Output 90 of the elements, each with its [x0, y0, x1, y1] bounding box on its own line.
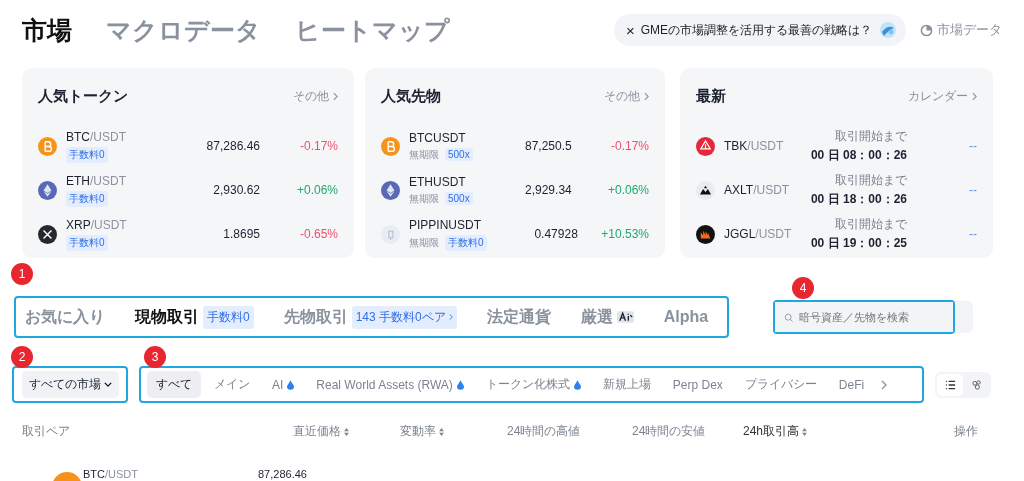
column-header[interactable]: 変動率: [400, 423, 507, 440]
chevron-right-icon: [644, 91, 649, 101]
trading-pair[interactable]: BTC/USDT: [66, 129, 160, 144]
annotation-marker: 3: [144, 346, 166, 368]
search-icon: [784, 313, 794, 323]
scroll-right-icon[interactable]: [881, 379, 888, 390]
list-view-button[interactable]: [937, 373, 963, 396]
fee-tag: 手数料0: [66, 234, 108, 251]
price-change: --: [968, 139, 977, 153]
price: 87,250.5: [524, 139, 572, 153]
annotation-marker: 2: [11, 346, 33, 368]
trading-pair[interactable]: TBK/USDT: [724, 139, 811, 153]
caret-icon: [103, 382, 112, 387]
category-chip[interactable]: Real World Assets (RWA): [307, 372, 473, 397]
market-data-link[interactable]: 市場データ: [920, 21, 1002, 39]
countdown: 00 日 08：00：26: [810, 147, 907, 164]
price-change: -0.17%: [609, 139, 649, 153]
ai-prompt-pill[interactable]: × GMEの市場調整を活用する最善の戦略は？: [614, 14, 906, 46]
category-chip[interactable]: DeFi: [829, 372, 874, 397]
column-header: 操作: [954, 423, 978, 440]
countdown-label: 取引開始まで: [835, 172, 907, 189]
fee-tag: 500x: [445, 148, 473, 161]
fee-tag: 500x: [445, 192, 473, 205]
more-link[interactable]: カレンダー: [908, 87, 977, 105]
category-chip[interactable]: 新規上場: [593, 371, 660, 398]
market-tab[interactable]: Alpha: [663, 308, 709, 326]
market-tab[interactable]: お気に入り: [25, 306, 105, 328]
price-change: --: [968, 227, 977, 241]
price-change: +0.06%: [606, 183, 649, 197]
category-chip[interactable]: トークン化株式: [476, 371, 590, 398]
chevron-right-icon: [333, 91, 338, 101]
more-link[interactable]: その他: [293, 87, 338, 105]
price: 1.8695: [222, 227, 260, 241]
category-chip[interactable]: AI: [263, 372, 304, 397]
trading-pair[interactable]: JGGL/USDT: [724, 227, 811, 241]
card-title: 人気トークン: [38, 86, 128, 106]
search-field[interactable]: 暗号資産／先物を検索: [775, 302, 953, 332]
price: 2,930.62: [212, 183, 260, 197]
category-chip[interactable]: Perp Dex: [663, 372, 732, 397]
contract-type: 無期限: [409, 235, 439, 250]
price-change: --: [968, 183, 977, 197]
fee-tag: 手数料0: [66, 146, 108, 163]
fee-tag: 手数料0: [445, 234, 487, 251]
trading-pair[interactable]: ETHUSDT: [409, 174, 473, 189]
contract-type: 無期限: [409, 191, 439, 206]
trading-pair[interactable]: PIPPINUSDT: [409, 217, 487, 232]
price: 87,286.46: [258, 468, 307, 480]
market-dropdown[interactable]: すべての市場: [21, 371, 119, 398]
trading-pair[interactable]: AXLT/USDT: [724, 183, 811, 197]
close-icon[interactable]: ×: [626, 21, 635, 39]
category-chip[interactable]: すべて: [147, 371, 201, 398]
column-header: 取引ペア: [22, 423, 71, 440]
fee-tag: 手数料0: [66, 190, 108, 207]
column-header[interactable]: 24h取引高: [743, 423, 954, 440]
annotation-marker: 4: [792, 277, 814, 299]
price: 87,286.46: [205, 139, 260, 153]
countdown-label: 取引開始まで: [835, 216, 907, 233]
price: 0.47928: [533, 227, 578, 241]
countdown: 00 日 18：00：26: [810, 191, 907, 208]
chevron-right-icon: [972, 91, 977, 101]
more-link[interactable]: その他: [604, 87, 649, 105]
category-chip[interactable]: メイン: [205, 371, 259, 398]
price: 2,929.34: [524, 183, 572, 197]
column-header: 24時間の安値: [632, 423, 707, 440]
countdown: 00 日 19：00：25: [810, 235, 907, 252]
page-tab[interactable]: マクロデータ: [106, 13, 261, 47]
price-change: +10.53%: [600, 227, 649, 241]
ai-prompt-text: GMEの市場調整を活用する最善の戦略は？: [640, 21, 873, 39]
price-change: -0.17%: [298, 139, 338, 153]
trading-pair[interactable]: XRP/USDT: [66, 217, 160, 232]
sparkle-orb-icon[interactable]: [878, 20, 898, 40]
column-header[interactable]: 直近価格: [293, 423, 400, 440]
contract-type: 無期限: [409, 147, 439, 162]
price-change: -0.65%: [298, 227, 338, 241]
trading-pair[interactable]: ETH/USDT: [66, 173, 160, 188]
annotation-marker: 1: [11, 263, 33, 285]
trading-pair[interactable]: BTCUSDT: [409, 130, 473, 145]
page-tab[interactable]: 市場: [22, 13, 72, 47]
trading-pair[interactable]: BTC/USDT: [83, 468, 258, 480]
market-tab[interactable]: 厳選: [580, 306, 634, 328]
market-tab[interactable]: 法定通貨: [486, 306, 551, 328]
column-header: 24時間の高値: [507, 423, 582, 440]
pie-chart-icon: [920, 23, 933, 37]
page-tab[interactable]: ヒートマップ: [295, 13, 450, 47]
card-title: 人気先物: [381, 86, 441, 106]
price-change: +0.06%: [295, 183, 338, 197]
market-tab[interactable]: 現物取引 手数料0: [135, 305, 254, 329]
countdown-label: 取引開始まで: [835, 128, 907, 145]
card-title: 最新: [696, 86, 726, 106]
category-chip[interactable]: プライバシー: [735, 371, 826, 398]
